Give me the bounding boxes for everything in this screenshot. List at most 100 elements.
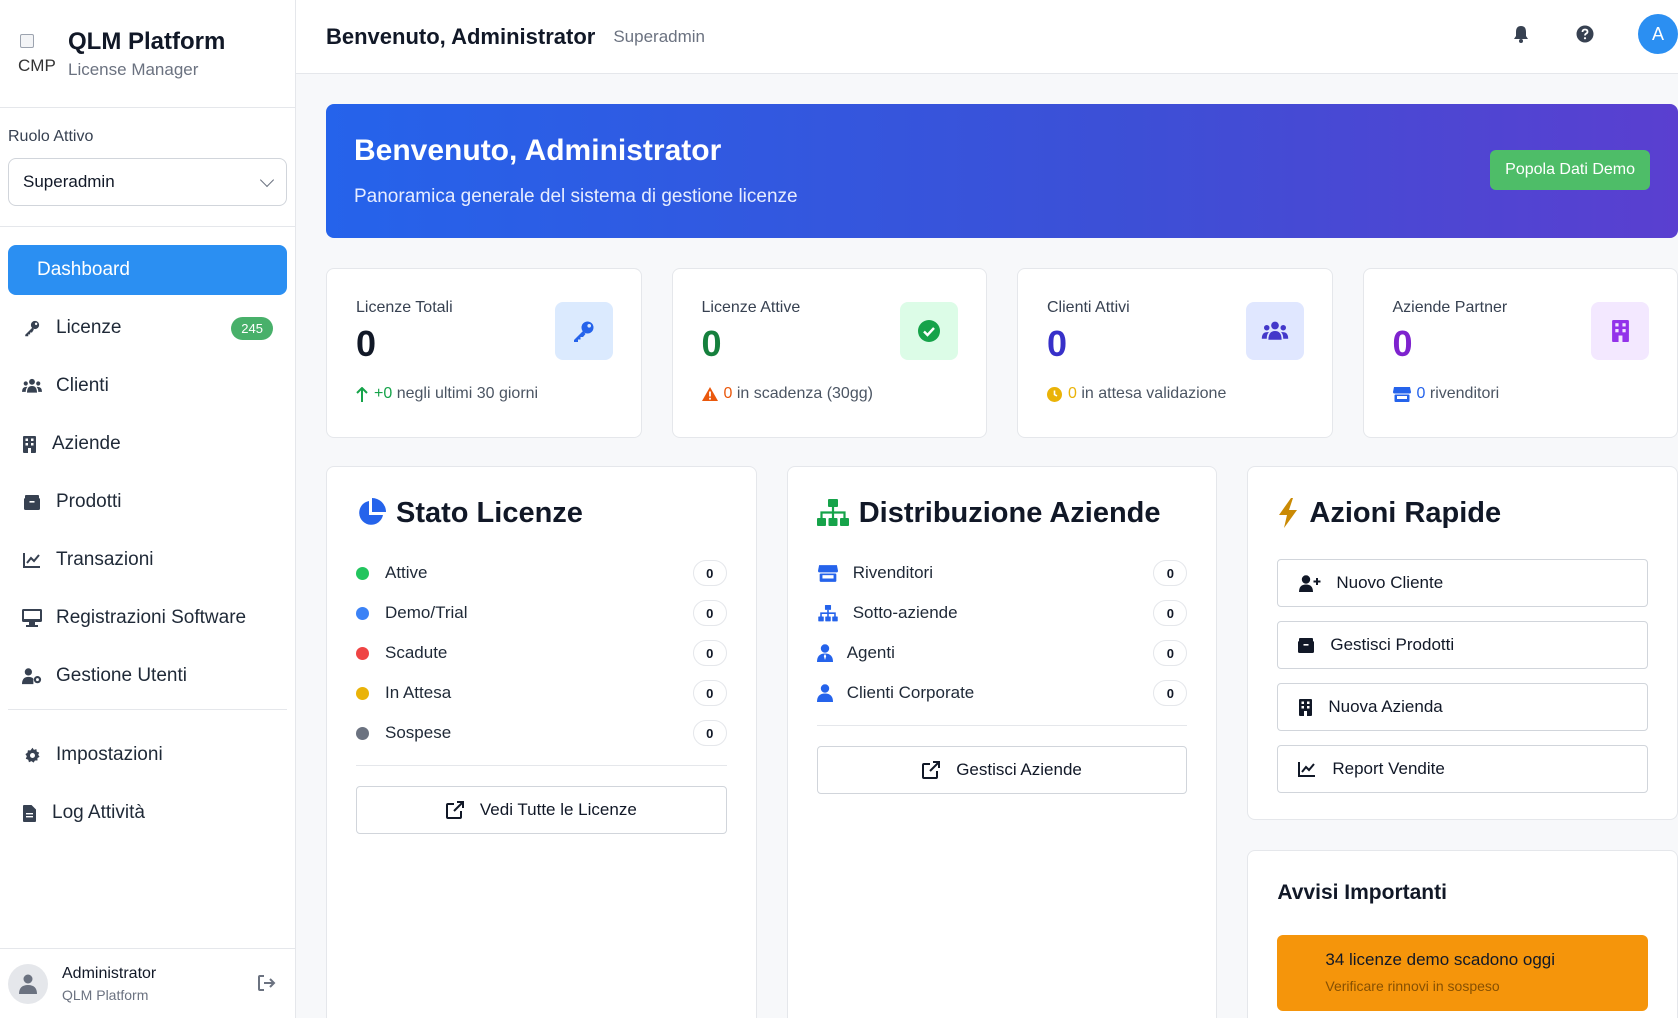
stat-foot-value: 0 — [723, 385, 733, 402]
manage-products-button[interactable]: Gestisci Prodotti — [1277, 621, 1648, 669]
welcome-banner: Benvenuto, Administrator Panoramica gene… — [326, 104, 1678, 238]
status-count: 0 — [692, 560, 727, 586]
stato-licenze-card: Stato Licenze Attive 0 Demo/Trial 0 Scad… — [326, 466, 757, 1018]
stat-foot-value: 0 — [1416, 385, 1426, 402]
logout-icon[interactable] — [258, 975, 276, 996]
stat-foot-text: rivenditori — [1429, 385, 1500, 402]
card-title: Stato Licenze — [396, 496, 583, 529]
user-plus-icon — [1298, 574, 1322, 592]
help-icon[interactable] — [1574, 23, 1596, 45]
gear-icon — [22, 745, 42, 765]
status-row-sospese: Sospese 0 — [356, 713, 727, 753]
chart-line-icon — [1298, 761, 1316, 777]
button-label: Vedi Tutte le Licenze — [479, 800, 637, 819]
stat-foot-text: in scadenza (30gg) — [736, 385, 873, 402]
sidebar-item-impostazioni[interactable]: Impostazioni — [8, 730, 287, 780]
bell-icon[interactable] — [1510, 23, 1532, 45]
stat-card-licenze-totali: Licenze Totali 0 +0 negli ultimi 30 gior… — [326, 268, 642, 438]
status-dot — [356, 566, 369, 580]
sidebar-item-dashboard[interactable]: Dashboard — [8, 245, 287, 295]
button-label: Report Vendite — [1332, 759, 1445, 778]
role-label: Ruolo Attivo — [8, 128, 94, 145]
azioni-rapide-card: Azioni Rapide Nuovo Cliente Gestisci Pro… — [1247, 466, 1678, 820]
sidebar-item-registrazioni-software[interactable]: Registrazioni Software — [8, 593, 287, 643]
status-label: Sospese — [385, 723, 452, 742]
content-columns: Stato Licenze Attive 0 Demo/Trial 0 Scad… — [326, 466, 1678, 1018]
sidebar-item-prodotti[interactable]: Prodotti — [8, 477, 287, 527]
check-circle-icon — [900, 302, 958, 360]
expiring-demo-alert[interactable]: 34 licenze demo scadono oggi Verificare … — [1277, 935, 1648, 1011]
distribution-count: 0 — [1153, 600, 1188, 626]
sidebar-item-label: Gestione Utenti — [56, 665, 187, 686]
right-column: Azioni Rapide Nuovo Cliente Gestisci Pro… — [1247, 466, 1678, 1018]
stat-card-licenze-attive: Licenze Attive 0 0 in scadenza (30gg) — [671, 268, 987, 438]
distribution-row-agenti: Agenti 0 — [816, 633, 1188, 673]
distribution-count: 0 — [1153, 680, 1188, 706]
status-dot — [356, 646, 369, 660]
new-company-button[interactable]: Nuova Azienda — [1277, 683, 1648, 731]
dashboard-main: Benvenuto, Administrator Panoramica gene… — [326, 104, 1678, 1018]
status-label: In Attesa — [385, 683, 452, 702]
alert-subtitle: Verificare rinnovi in sospeso — [1325, 978, 1500, 994]
brand: CMP QLM Platform License Manager — [0, 0, 295, 108]
sidebar-item-clienti[interactable]: Clienti — [8, 361, 287, 411]
sidebar-item-label: Impostazioni — [56, 744, 163, 765]
sidebar-item-gestione-utenti[interactable]: Gestione Utenti — [8, 651, 287, 701]
distribution-count: 0 — [1153, 560, 1188, 586]
distribution-label: Sotto-aziende — [852, 603, 958, 622]
status-row-scadute: Scadute 0 — [356, 633, 727, 673]
view-all-licenses-button[interactable]: Vedi Tutte le Licenze — [356, 786, 727, 834]
stat-foot-value: 0 — [1068, 385, 1077, 402]
status-label: Demo/Trial — [385, 603, 468, 622]
welcome-subtitle: Panoramica generale del sistema di gesti… — [354, 186, 798, 207]
sales-report-button[interactable]: Report Vendite — [1277, 745, 1648, 793]
status-dot — [356, 606, 369, 620]
user-footer: Administrator QLM Platform — [0, 948, 296, 1018]
user-avatar[interactable] — [8, 963, 48, 1004]
brand-logo-alt: CMP — [18, 55, 56, 74]
monitor-icon — [22, 608, 42, 628]
sidebar-item-transazioni[interactable]: Transazioni — [8, 535, 287, 585]
distribution-label: Rivenditori — [852, 563, 933, 582]
sidebar-item-aziende[interactable]: Aziende — [8, 419, 287, 469]
topbar: Benvenuto, Administrator Superadmin A — [296, 0, 1678, 74]
building-icon — [22, 434, 36, 454]
page-title: Benvenuto, Administrator — [326, 23, 596, 49]
status-label: Attive — [385, 563, 428, 582]
brand-logo: CMP — [18, 33, 56, 74]
store-icon — [1392, 386, 1411, 402]
role-select-value: Superadmin — [23, 172, 115, 191]
sidebar-item-label: Prodotti — [56, 491, 122, 512]
user-icon — [816, 684, 833, 702]
bolt-icon — [1277, 498, 1299, 528]
chart-pie-icon — [356, 498, 386, 528]
sitemap-icon — [816, 499, 849, 527]
building-icon — [1591, 302, 1649, 360]
manage-companies-button[interactable]: Gestisci Aziende — [816, 746, 1188, 794]
sidebar-item-label: Log Attività — [52, 802, 145, 823]
key-icon — [22, 318, 42, 338]
status-count: 0 — [692, 720, 727, 746]
status-count: 0 — [692, 600, 727, 626]
building-icon — [1298, 698, 1312, 716]
status-dot — [356, 726, 369, 740]
clock-icon — [1047, 386, 1062, 402]
sidebar-item-log-attivita[interactable]: Log Attività — [8, 788, 287, 838]
box-icon — [22, 492, 42, 512]
new-client-button[interactable]: Nuovo Cliente — [1277, 559, 1648, 607]
status-count: 0 — [692, 680, 727, 706]
distribution-row-rivenditori: Rivenditori 0 — [817, 553, 1188, 593]
sidebar-item-licenze[interactable]: Licenze 245 — [8, 303, 287, 353]
status-count: 0 — [692, 640, 727, 666]
sidebar-nav: Dashboard Licenze 245 Clienti Aziende Pr… — [0, 227, 295, 838]
role-select[interactable]: Superadmin — [8, 158, 287, 206]
profile-avatar[interactable]: A — [1638, 14, 1678, 54]
populate-demo-button[interactable]: Popola Dati Demo — [1490, 150, 1650, 190]
button-label: Gestisci Prodotti — [1330, 635, 1455, 654]
user-tie-icon — [816, 644, 833, 662]
arrow-up-icon — [356, 386, 368, 402]
licenze-count-badge: 245 — [231, 316, 273, 340]
card-title: Avvisi Importanti — [1277, 881, 1447, 904]
status-label: Scadute — [385, 643, 448, 662]
nav-divider — [8, 709, 287, 710]
